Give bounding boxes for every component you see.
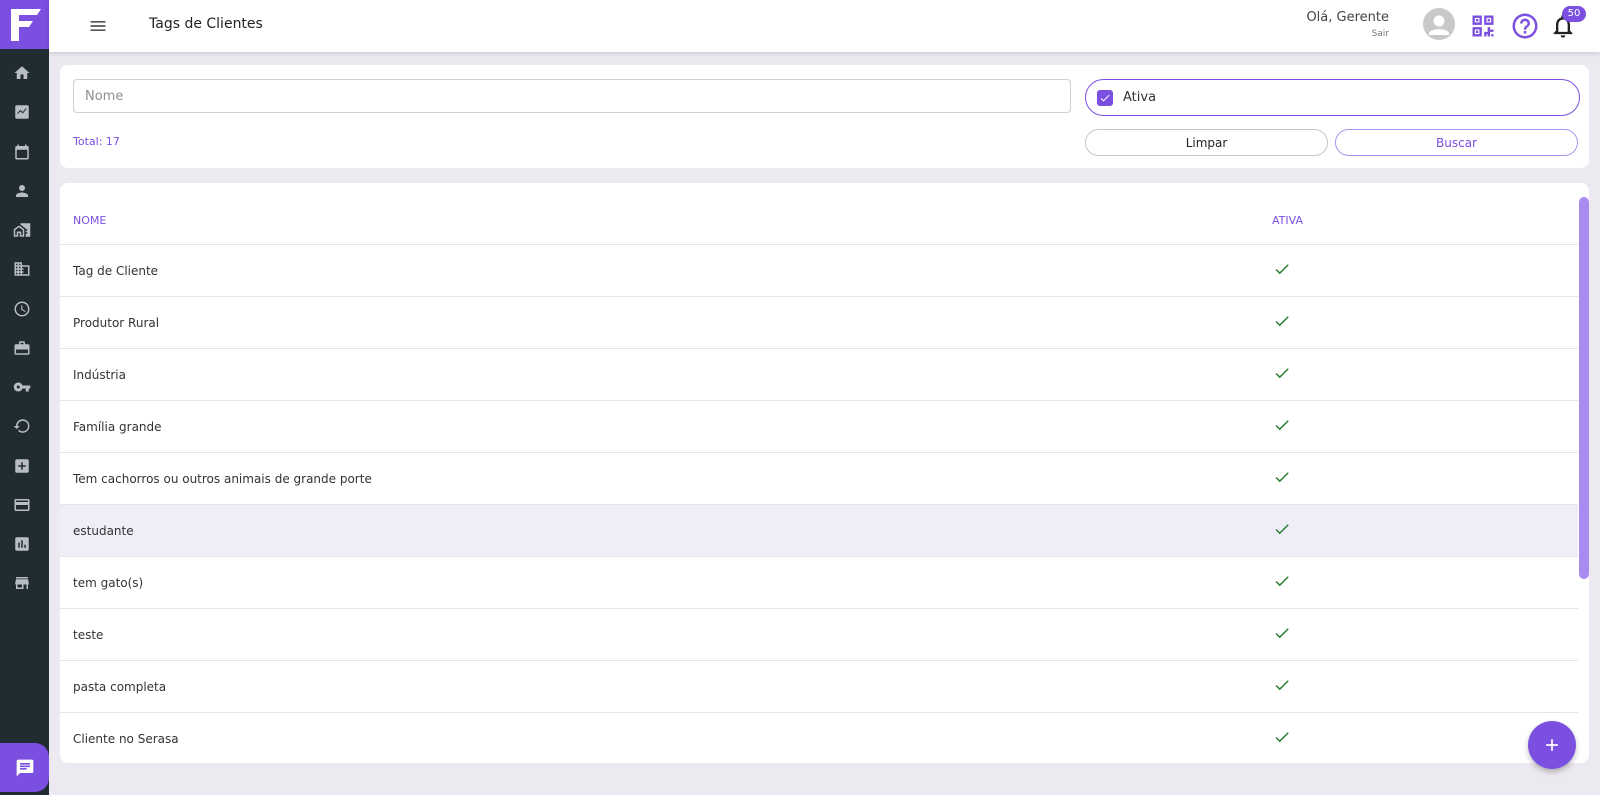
checkmark-icon xyxy=(1100,94,1110,101)
chat-button[interactable] xyxy=(0,743,49,792)
notification-badge: 50 xyxy=(1562,6,1586,22)
tag-name-cell: Produtor Rural xyxy=(73,316,160,330)
bar-chart-icon[interactable] xyxy=(12,534,32,554)
user-avatar-icon xyxy=(1429,15,1449,35)
active-filter-toggle[interactable]: Ativa xyxy=(1085,79,1580,116)
calendar-icon[interactable] xyxy=(12,142,32,162)
table-row[interactable]: Tem cachorros ou outros animais de grand… xyxy=(60,452,1578,504)
briefcase-icon[interactable] xyxy=(12,338,32,358)
medical-kit-icon[interactable] xyxy=(12,456,32,476)
total-count: Total: 17 xyxy=(73,135,120,148)
table-row[interactable]: tem gato(s) xyxy=(60,556,1578,608)
vertical-scrollbar[interactable] xyxy=(1579,197,1589,579)
person-icon[interactable] xyxy=(12,181,32,201)
tag-name-cell: Tem cachorros ou outros animais de grand… xyxy=(73,472,372,486)
chart-line-icon[interactable] xyxy=(12,102,32,122)
avatar[interactable] xyxy=(1423,8,1455,40)
page-title: Tags de Clientes xyxy=(149,16,263,32)
user-greeting: Olá, Gerente xyxy=(1306,10,1389,25)
help-icon[interactable] xyxy=(1510,11,1540,41)
table-row[interactable]: pasta completa xyxy=(60,660,1578,712)
active-checkbox[interactable] xyxy=(1097,89,1113,106)
qr-code-icon[interactable] xyxy=(1469,12,1497,40)
top-header: Tags de Clientes Olá, Gerente Sair 50 xyxy=(49,0,1600,52)
name-filter-input[interactable] xyxy=(73,79,1071,113)
active-check-icon xyxy=(1275,732,1289,743)
column-header-active[interactable]: ATIVA xyxy=(1272,214,1303,227)
building-icon[interactable] xyxy=(12,259,32,279)
table-row[interactable]: Produtor Rural xyxy=(60,296,1578,348)
tag-name-cell: Tag de Cliente xyxy=(73,264,159,278)
tag-name-cell: Cliente no Serasa xyxy=(73,732,179,746)
tag-name-cell: teste xyxy=(73,628,104,642)
app-logo[interactable] xyxy=(0,0,49,49)
key-icon[interactable] xyxy=(12,377,32,397)
table-row[interactable]: Família grande xyxy=(60,400,1578,452)
tags-table: NOME ATIVA Tag de Cliente Produtor Rural I… xyxy=(60,183,1589,763)
table-row[interactable]: teste xyxy=(60,608,1578,660)
tag-name-cell: tem gato(s) xyxy=(73,576,144,590)
logo-icon xyxy=(10,8,41,41)
table-row[interactable]: Tag de Cliente xyxy=(60,244,1578,296)
chat-icon xyxy=(16,759,33,776)
active-check-icon xyxy=(1275,264,1289,275)
real-estate-icon[interactable] xyxy=(12,220,32,240)
add-tag-button[interactable] xyxy=(1528,721,1576,769)
search-button[interactable]: Buscar xyxy=(1335,129,1578,156)
active-check-icon xyxy=(1275,472,1289,483)
hamburger-menu-icon[interactable] xyxy=(87,16,109,36)
active-check-icon xyxy=(1275,680,1289,691)
tag-name-cell: pasta completa xyxy=(73,680,167,694)
active-check-icon xyxy=(1275,420,1289,431)
tag-name-cell: estudante xyxy=(73,524,134,538)
active-check-icon xyxy=(1275,368,1289,379)
logout-link[interactable]: Sair xyxy=(1372,29,1389,39)
table-row[interactable]: estudante xyxy=(60,504,1578,556)
active-check-icon xyxy=(1275,576,1289,587)
plus-icon xyxy=(1546,739,1558,751)
restore-icon[interactable] xyxy=(12,416,32,436)
sidebar xyxy=(0,0,49,795)
filter-panel: Ativa Total: 17 Limpar Buscar xyxy=(60,65,1589,168)
table-body: Tag de Cliente Produtor Rural Indústria Fam… xyxy=(60,244,1578,763)
active-filter-label: Ativa xyxy=(1123,90,1157,105)
clock-icon[interactable] xyxy=(12,299,32,319)
tag-name-cell: Família grande xyxy=(73,420,162,434)
credit-card-icon[interactable] xyxy=(12,495,32,515)
column-header-name[interactable]: NOME xyxy=(73,214,106,227)
store-icon[interactable] xyxy=(12,573,32,593)
active-check-icon xyxy=(1275,628,1289,639)
table-row[interactable]: Cliente no Serasa xyxy=(60,712,1578,763)
home-icon[interactable] xyxy=(12,63,32,83)
table-row[interactable]: Indústria xyxy=(60,348,1578,400)
tag-name-cell: Indústria xyxy=(73,368,126,382)
active-check-icon xyxy=(1275,524,1289,535)
active-check-icon xyxy=(1275,316,1289,327)
clear-button[interactable]: Limpar xyxy=(1085,129,1328,156)
